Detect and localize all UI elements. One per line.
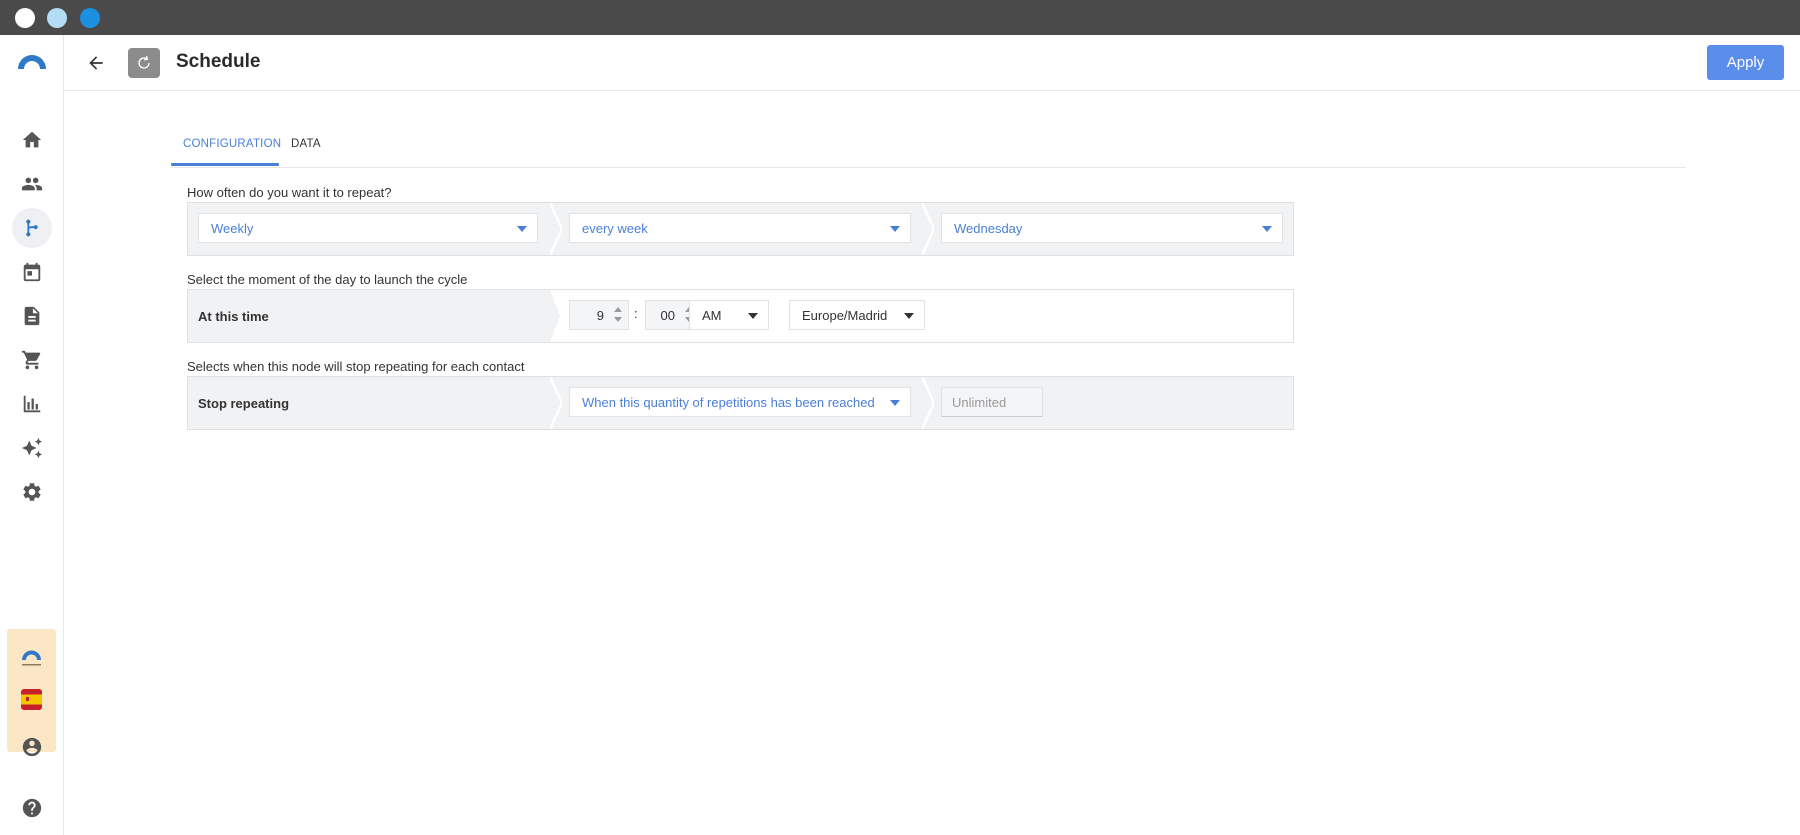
contacts-icon xyxy=(21,177,43,191)
repeat-panel: Weekly every week Wednesday xyxy=(187,202,1294,256)
timezone-value: Europe/Madrid xyxy=(802,307,888,323)
sidebar xyxy=(0,35,64,835)
page-title: Schedule xyxy=(176,51,261,72)
timezone-select[interactable]: Europe/Madrid xyxy=(789,300,925,330)
sidebar-item-settings[interactable] xyxy=(12,472,52,512)
back-button[interactable] xyxy=(82,49,110,77)
meridiem-select[interactable]: AM xyxy=(689,300,769,330)
stop-question-label: Selects when this node will stop repeati… xyxy=(187,359,525,374)
repeat-cycle-icon xyxy=(138,55,150,69)
stop-condition-value: When this quantity of repetitions has be… xyxy=(582,394,875,410)
weekday-select[interactable]: Wednesday xyxy=(941,213,1283,243)
segment-divider xyxy=(922,377,934,429)
window-close-control[interactable] xyxy=(15,8,35,28)
hour-value: 9 xyxy=(596,307,604,323)
stop-row-label-cell: Stop repeating xyxy=(188,377,548,429)
tab-bar: CONFIGURATION DATA xyxy=(171,130,1686,168)
weekday-value: Wednesday xyxy=(954,220,1023,236)
window-minimize-control[interactable] xyxy=(47,8,67,28)
page-header: Schedule Apply xyxy=(64,35,1800,91)
chevron-down-icon xyxy=(890,226,900,232)
repetitions-limit-input[interactable]: Unlimited xyxy=(941,387,1043,417)
document-icon xyxy=(24,306,40,326)
reports-icon xyxy=(23,395,41,413)
stop-condition-select[interactable]: When this quantity of repetitions has be… xyxy=(569,387,911,417)
window-maximize-control[interactable] xyxy=(80,8,100,28)
chevron-down-icon xyxy=(748,313,758,319)
interval-value: every week xyxy=(582,220,648,236)
window-titlebar xyxy=(0,0,1800,35)
apply-button[interactable]: Apply xyxy=(1707,45,1784,80)
cart-icon xyxy=(21,350,41,370)
sidebar-item-automation[interactable] xyxy=(12,208,52,248)
repetitions-limit-placeholder: Unlimited xyxy=(952,394,1007,410)
stop-row-label: Stop repeating xyxy=(198,395,290,411)
hour-stepper[interactable]: 9 xyxy=(569,300,629,330)
meridiem-value: AM xyxy=(702,307,722,323)
segment-divider xyxy=(550,203,562,255)
calendar-icon xyxy=(23,262,41,282)
time-question-label: Select the moment of the day to launch t… xyxy=(187,272,468,287)
chevron-down-icon xyxy=(517,226,527,232)
arrow-back-icon xyxy=(89,56,103,70)
automation-icon xyxy=(26,219,38,237)
sidebar-item-reports[interactable] xyxy=(12,384,52,424)
stop-panel: Stop repeating When this quantity of rep… xyxy=(187,376,1294,430)
settings-icon xyxy=(23,483,41,501)
chevron-down-icon xyxy=(904,313,914,319)
user-account-icon xyxy=(22,737,42,757)
interval-select[interactable]: every week xyxy=(569,213,911,243)
minute-value: 00 xyxy=(660,307,675,323)
sidebar-item-contacts[interactable] xyxy=(12,164,52,204)
sidebar-item-cart[interactable] xyxy=(12,340,52,380)
help-icon xyxy=(22,798,42,818)
ai-sparkle-icon xyxy=(21,437,43,459)
tab-configuration[interactable]: CONFIGURATION xyxy=(183,138,281,150)
frequency-value: Weekly xyxy=(211,220,254,236)
sidebar-item-calendar[interactable] xyxy=(12,252,52,292)
sidebar-item-profile[interactable] xyxy=(12,727,52,767)
time-row-label: At this time xyxy=(198,308,269,324)
stepper-arrows-icon[interactable] xyxy=(614,307,622,325)
segment-divider xyxy=(922,203,934,255)
sidebar-item-help[interactable] xyxy=(12,788,52,828)
tab-data[interactable]: DATA xyxy=(291,138,321,150)
sidebar-item-home[interactable] xyxy=(12,120,52,160)
active-tab-indicator xyxy=(171,163,279,166)
time-panel: At this time 9 : 00 AM Europe/Madrid xyxy=(187,289,1294,343)
chevron-down-icon xyxy=(1262,226,1272,232)
sidebar-item-documents[interactable] xyxy=(12,296,52,336)
brand-logo-icon[interactable] xyxy=(16,52,48,70)
home-icon xyxy=(22,131,42,148)
time-separator: : xyxy=(634,306,638,321)
frequency-select[interactable]: Weekly xyxy=(198,213,538,243)
sidebar-item-ai[interactable] xyxy=(12,428,52,468)
account-brand-logo-icon xyxy=(22,650,41,666)
spain-flag-icon xyxy=(21,689,42,710)
schedule-node-badge xyxy=(128,48,160,78)
chevron-down-icon xyxy=(890,400,900,406)
time-row-label-cell: At this time xyxy=(188,290,560,342)
repeat-question-label: How often do you want it to repeat? xyxy=(187,185,392,200)
segment-divider xyxy=(550,377,562,429)
